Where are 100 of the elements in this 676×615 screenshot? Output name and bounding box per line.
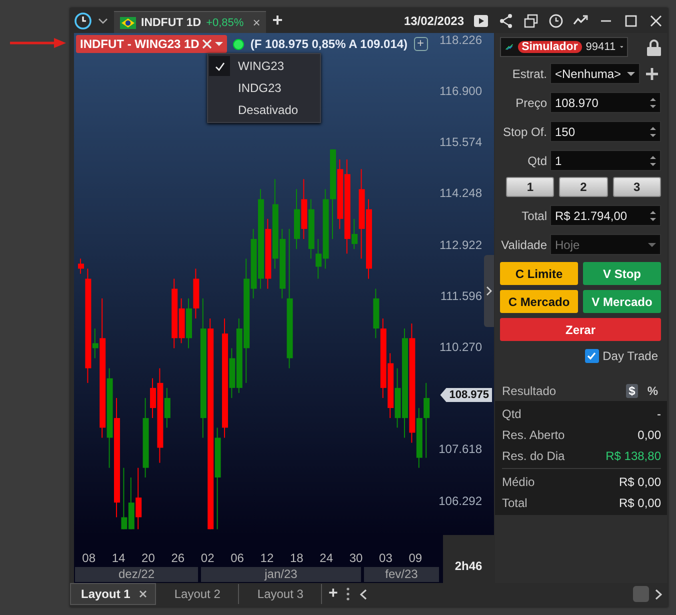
checkbox-label: Day Trade	[602, 349, 658, 363]
date-label: 12	[259, 551, 275, 565]
date-label: 24	[318, 551, 334, 565]
close-icon[interactable]	[139, 590, 148, 598]
date-label: 06	[230, 551, 245, 565]
date-label: 18	[288, 551, 304, 565]
price-label: 110.270	[440, 340, 482, 354]
sell-button[interactable]: V Stop	[583, 262, 661, 285]
month-label: fev/23	[364, 567, 439, 582]
field-label: Validade	[500, 238, 548, 252]
result-value: R$ 0,00	[618, 474, 661, 488]
input-field[interactable]: R$ 21.794,00	[550, 205, 661, 226]
account-selector[interactable]: Simulador 99411	[500, 37, 628, 57]
price-label: 116.900	[440, 84, 482, 98]
checkbox[interactable]	[584, 349, 599, 363]
new-tab-button[interactable]: +	[272, 10, 283, 31]
month-label: jan/23	[201, 567, 361, 582]
chevron-right-icon[interactable]	[655, 588, 662, 600]
menu-item[interactable]: Desativado	[208, 99, 320, 121]
chevron-left-icon[interactable]	[360, 588, 367, 600]
input-field[interactable]: 108.970	[550, 92, 661, 113]
caret-icon	[215, 40, 224, 48]
windows-icon[interactable]	[523, 12, 539, 28]
more-icon[interactable]	[346, 587, 350, 601]
date-label: 30	[348, 551, 364, 565]
close-icon[interactable]	[648, 12, 664, 28]
price-label: 111.596	[440, 288, 482, 303]
field-label: Total	[520, 208, 548, 222]
menu-item[interactable]: INDG23	[208, 77, 320, 99]
result-value: 0,00	[638, 428, 661, 442]
buy-button[interactable]: C Mercado	[500, 290, 578, 313]
quantity-button[interactable]: 3	[612, 177, 661, 197]
add-button[interactable]: +	[414, 37, 428, 51]
dropdown-field[interactable]: <Nenhuma>	[550, 63, 640, 84]
field-label: Preço	[514, 96, 548, 110]
date-label: 20	[140, 551, 156, 565]
date-label: 09	[408, 551, 424, 565]
chart-tab[interactable]: INDFUT 1D +0,85% ×	[114, 10, 266, 34]
play-icon[interactable]	[473, 12, 489, 28]
account-number: 99411	[586, 41, 616, 53]
result-label: Qtd	[502, 406, 522, 420]
flag-icon	[120, 16, 136, 28]
date-label: 08	[81, 551, 97, 565]
change-percent: +0,85%	[206, 16, 244, 28]
quote-text: (F 108.975 0,85% A 109.014)	[250, 37, 408, 51]
quantity-button[interactable]: 2	[559, 177, 608, 197]
result-label: Res. do Dia	[502, 448, 565, 462]
field-label: Qtd	[526, 154, 548, 168]
result-value: R$ 138,80	[606, 448, 661, 462]
price-label: 118.226	[440, 33, 482, 47]
month-label: dez/22	[75, 567, 198, 582]
quantity-button[interactable]: 1	[506, 177, 554, 197]
input-field[interactable]: 150	[550, 121, 661, 142]
mode-toggle[interactable]: %	[644, 384, 661, 398]
pointer-arrow-icon	[10, 38, 66, 48]
maximize-icon[interactable]	[623, 12, 639, 28]
section-title: Resultado	[502, 384, 556, 398]
menu-item[interactable]: WING23	[208, 55, 320, 77]
last-price-tag: 108.975	[440, 388, 492, 402]
price-label: 106.292	[438, 494, 482, 508]
spinner-arrows-icon	[650, 96, 656, 108]
date-label: 02	[200, 551, 216, 565]
caret-icon[interactable]	[98, 16, 108, 26]
history-clock-icon[interactable]	[548, 12, 564, 28]
zero-button[interactable]: Zerar	[500, 318, 661, 341]
clock-icon[interactable]	[74, 12, 92, 30]
symbol-selector[interactable]: INDFUT - WING23 1D	[76, 35, 228, 53]
close-tab-button[interactable]: ×	[252, 15, 260, 30]
collapse-handle[interactable]	[484, 255, 494, 327]
checkmark-icon	[587, 352, 596, 360]
add-layout-button[interactable]: +	[328, 585, 338, 603]
result-label: Res. Aberto	[502, 428, 565, 442]
input-field[interactable]: 1	[550, 150, 661, 171]
result-value: -	[657, 406, 661, 420]
price-label: 115.574	[440, 135, 482, 150]
price-label: 107.618	[438, 442, 482, 456]
field-label: Estrat.	[511, 66, 548, 80]
date-label: 03	[378, 551, 394, 565]
buy-button[interactable]: C Limite	[500, 262, 578, 285]
lock-icon[interactable]	[647, 38, 661, 56]
mode-toggle[interactable]: $	[626, 384, 638, 398]
chevron-right-icon	[486, 286, 492, 296]
spinner-arrows-icon	[650, 154, 656, 166]
share-icon[interactable]	[498, 12, 514, 28]
scroll-thumb[interactable]	[633, 586, 649, 602]
date-label: 14	[110, 551, 126, 565]
tab-title: INDFUT 1D	[141, 16, 202, 28]
layout-tab[interactable]: Layout 3	[239, 584, 322, 604]
sell-button[interactable]: V Mercado	[583, 290, 661, 313]
result-value: R$ 0,00	[618, 496, 661, 510]
layout-tab[interactable]: Layout 2	[156, 584, 240, 604]
date-label: 26	[170, 551, 186, 565]
caret-icon	[648, 240, 656, 248]
simulator-badge: Simulador	[518, 41, 582, 53]
date-label: 13/02/2023	[404, 14, 464, 28]
result-label: Médio	[502, 474, 535, 488]
price-label: 112.922	[440, 238, 482, 252]
layout-tab[interactable]: Layout 1	[70, 583, 156, 605]
caret-icon	[627, 70, 635, 78]
plus-icon[interactable]	[646, 68, 658, 80]
